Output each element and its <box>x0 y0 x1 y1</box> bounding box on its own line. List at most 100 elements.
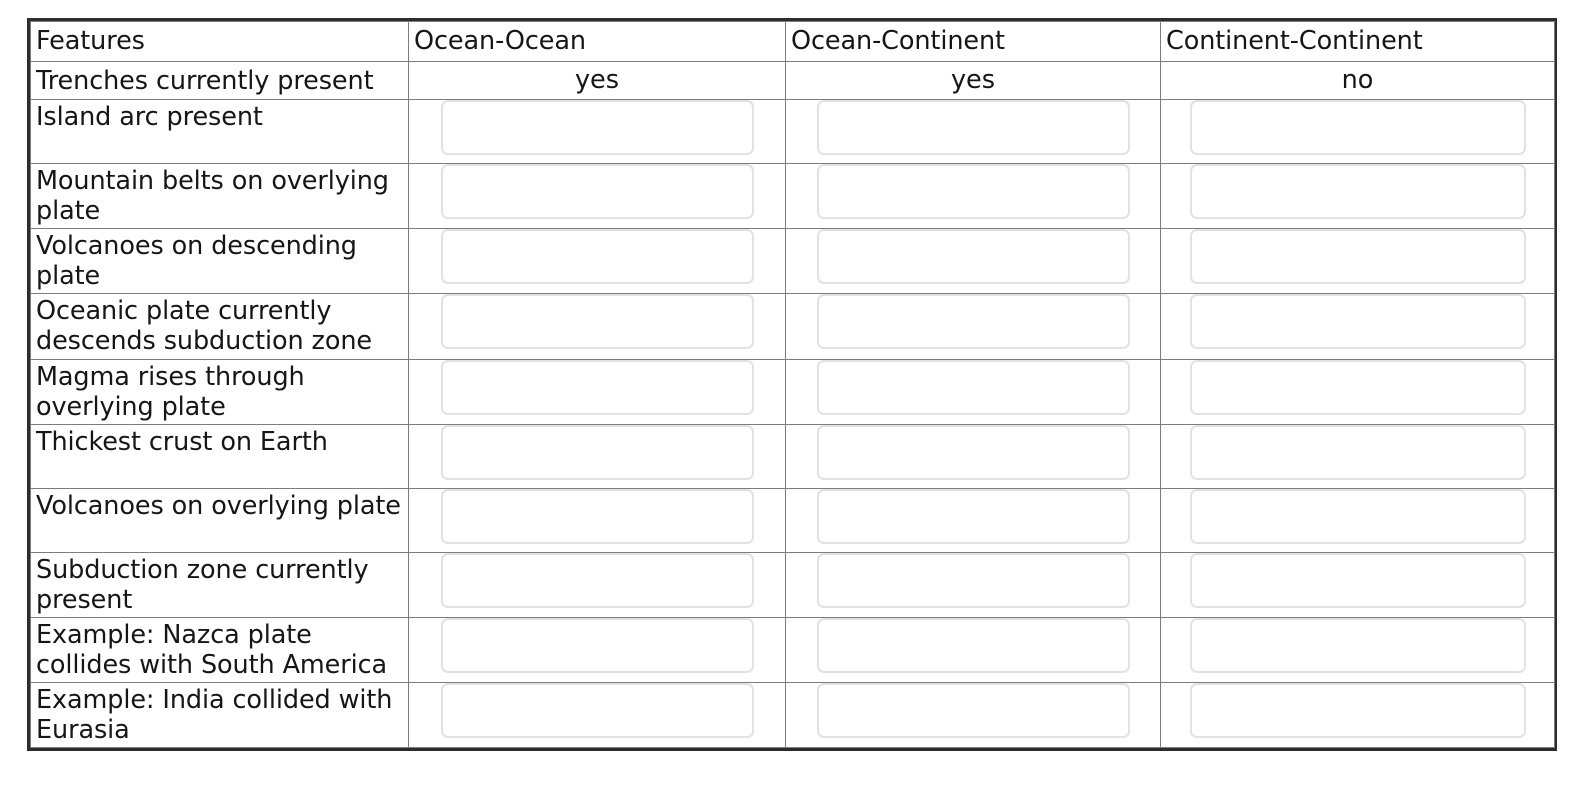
answer-input-ocean-continent[interactable] <box>816 488 1130 544</box>
answer-input-ocean-ocean[interactable] <box>440 100 754 156</box>
answer-input-ocean-continent[interactable] <box>816 359 1130 415</box>
comparison-table-container: Features Ocean-Ocean Ocean-Continent Con… <box>27 18 1557 752</box>
column-header-ocean-ocean-label: Ocean-Ocean <box>414 25 586 56</box>
answer-input-ocean-continent[interactable] <box>816 294 1130 350</box>
table-row: Example: India collided with Eurasia <box>30 682 1555 749</box>
feature-label-cell: Example: India collided with Eurasia <box>30 682 409 749</box>
feature-label-cell: Volcanoes on descending plate <box>30 228 409 295</box>
feature-label-cell: Thickest crust on Earth <box>30 423 409 489</box>
answer-static-cell: yes <box>408 60 786 101</box>
table-row: Trenches currently present yes yes no <box>30 60 1555 101</box>
answer-input-continent-continent[interactable] <box>1189 488 1526 544</box>
answer-input-cell <box>1160 293 1555 360</box>
answer-input-cell <box>1160 616 1555 684</box>
answer-input-continent-continent[interactable] <box>1189 100 1526 156</box>
feature-label-cell: Island arc present <box>30 99 409 165</box>
column-header-ocean-ocean: Ocean-Ocean <box>408 21 786 62</box>
answer-input-ocean-ocean[interactable] <box>440 424 754 480</box>
feature-label-cell: Subduction zone currently present <box>30 551 409 618</box>
feature-label-cell: Mountain belts on overlying plate <box>30 163 409 230</box>
column-header-continent-continent-label: Continent-Continent <box>1166 25 1423 56</box>
answer-input-continent-continent[interactable] <box>1189 294 1526 350</box>
answer-input-cell <box>785 616 1161 684</box>
table-row: Magma rises through overlying plate <box>30 358 1555 425</box>
column-header-continent-continent: Continent-Continent <box>1160 21 1555 62</box>
answer-input-cell <box>785 358 1161 425</box>
answer-input-cell <box>408 99 786 165</box>
answer-input-cell <box>785 423 1161 489</box>
feature-label-cell: Oceanic plate currently descends subduct… <box>30 293 409 360</box>
answer-input-continent-continent[interactable] <box>1189 164 1526 220</box>
answer-value-continent-continent: no <box>1341 65 1374 95</box>
answer-input-ocean-ocean[interactable] <box>440 294 754 350</box>
answer-input-cell <box>785 551 1161 618</box>
answer-static-cell: no <box>1160 60 1555 101</box>
answer-input-cell <box>408 487 786 553</box>
answer-input-cell <box>1160 358 1555 425</box>
answer-value-ocean-continent: yes <box>950 65 996 95</box>
answer-input-continent-continent[interactable] <box>1189 683 1526 739</box>
answer-input-cell <box>408 293 786 360</box>
feature-label: Volcanoes on descending plate <box>36 231 357 292</box>
table-row: Island arc present <box>30 99 1555 165</box>
answer-input-ocean-continent[interactable] <box>816 100 1130 156</box>
answer-input-cell <box>408 682 786 749</box>
feature-label: Example: India collided with Eurasia <box>36 685 393 746</box>
answer-input-ocean-continent[interactable] <box>816 229 1130 285</box>
table-row: Volcanoes on descending plate <box>30 228 1555 295</box>
feature-label: Magma rises through overlying plate <box>36 361 305 422</box>
feature-label-cell: Trenches currently present <box>30 60 409 101</box>
column-header-features: Features <box>30 21 409 62</box>
answer-input-ocean-ocean[interactable] <box>440 488 754 544</box>
answer-input-ocean-continent[interactable] <box>816 552 1130 608</box>
answer-input-ocean-continent[interactable] <box>816 683 1130 739</box>
answer-input-cell <box>785 293 1161 360</box>
answer-input-cell <box>785 487 1161 553</box>
answer-input-ocean-ocean[interactable] <box>440 164 754 220</box>
answer-input-cell <box>1160 487 1555 553</box>
plate-boundary-comparison-table: Features Ocean-Ocean Ocean-Continent Con… <box>30 21 1555 749</box>
answer-value-ocean-ocean: yes <box>574 65 620 95</box>
feature-label-cell: Magma rises through overlying plate <box>30 358 409 425</box>
answer-input-cell <box>408 423 786 489</box>
feature-label: Volcanoes on overlying plate <box>36 490 401 521</box>
column-header-ocean-continent-label: Ocean-Continent <box>791 25 1005 56</box>
answer-input-cell <box>408 551 786 618</box>
answer-input-cell <box>1160 682 1555 749</box>
answer-input-continent-continent[interactable] <box>1189 229 1526 285</box>
feature-label: Example: Nazca plate collides with South… <box>36 619 388 680</box>
answer-input-cell <box>1160 228 1555 295</box>
answer-input-cell <box>1160 551 1555 618</box>
column-header-features-label: Features <box>36 25 145 56</box>
answer-input-ocean-ocean[interactable] <box>440 229 754 285</box>
answer-input-ocean-continent[interactable] <box>816 164 1130 220</box>
answer-input-continent-continent[interactable] <box>1189 617 1526 673</box>
feature-label-cell: Example: Nazca plate collides with South… <box>30 616 409 684</box>
answer-input-ocean-continent[interactable] <box>816 424 1130 480</box>
answer-input-cell <box>785 99 1161 165</box>
answer-input-cell <box>408 228 786 295</box>
answer-input-cell <box>1160 163 1555 230</box>
feature-label-cell: Volcanoes on overlying plate <box>30 487 409 553</box>
answer-input-ocean-ocean[interactable] <box>440 617 754 673</box>
answer-input-ocean-ocean[interactable] <box>440 552 754 608</box>
answer-input-cell <box>408 616 786 684</box>
table-header-row: Features Ocean-Ocean Ocean-Continent Con… <box>30 21 1555 62</box>
answer-input-continent-continent[interactable] <box>1189 359 1526 415</box>
feature-label: Trenches currently present <box>36 65 374 96</box>
answer-input-cell <box>408 163 786 230</box>
feature-label: Oceanic plate currently descends subduct… <box>36 296 372 357</box>
answer-input-cell <box>785 163 1161 230</box>
answer-input-cell <box>785 228 1161 295</box>
answer-input-continent-continent[interactable] <box>1189 552 1526 608</box>
answer-input-ocean-ocean[interactable] <box>440 683 754 739</box>
table-row: Thickest crust on Earth <box>30 423 1555 489</box>
answer-static-cell: yes <box>785 60 1161 101</box>
feature-label: Subduction zone currently present <box>36 554 369 615</box>
page-root: Features Ocean-Ocean Ocean-Continent Con… <box>0 0 1588 786</box>
table-row: Subduction zone currently present <box>30 551 1555 618</box>
table-row: Oceanic plate currently descends subduct… <box>30 293 1555 360</box>
answer-input-ocean-ocean[interactable] <box>440 359 754 415</box>
answer-input-continent-continent[interactable] <box>1189 424 1526 480</box>
answer-input-ocean-continent[interactable] <box>816 617 1130 673</box>
